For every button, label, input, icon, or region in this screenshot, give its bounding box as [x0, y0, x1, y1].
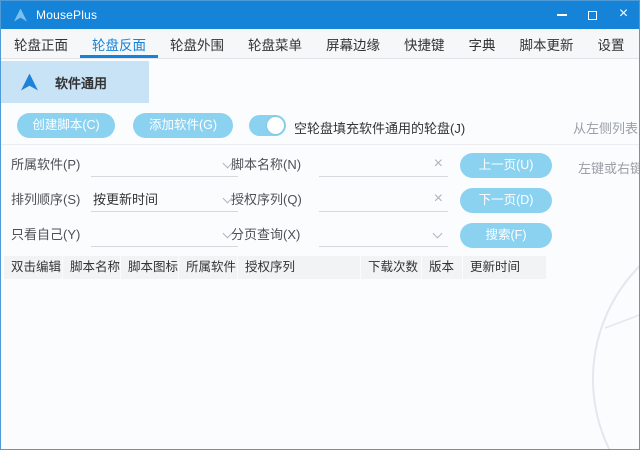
- maximize-button[interactable]: [577, 1, 608, 29]
- tab-dictionary[interactable]: 字典: [457, 29, 508, 58]
- next-page-button[interactable]: 下一页(D): [460, 188, 552, 213]
- prev-page-button[interactable]: 上一页(U): [460, 153, 552, 178]
- hint-left-or-right-click: 左键或右键: [578, 158, 640, 177]
- cursor-triangle-icon: [21, 74, 38, 91]
- tab-hotkeys[interactable]: 快捷键: [392, 29, 457, 58]
- mouseplus-window: MousePlus × 轮盘正面 轮盘反面 轮盘外围 轮盘菜单 屏幕边缘 快捷键…: [0, 0, 640, 450]
- col-version[interactable]: 版本: [422, 256, 463, 279]
- tab-script-update[interactable]: 脚本更新: [508, 29, 586, 58]
- col-license-serial[interactable]: 授权序列: [238, 256, 361, 279]
- add-software-button[interactable]: 添加软件(G): [133, 113, 233, 138]
- window-controls: ×: [546, 1, 639, 29]
- only-mine-label: 只看自己(Y): [11, 223, 80, 247]
- divider: [1, 144, 639, 145]
- close-icon: ×: [619, 6, 628, 22]
- toggle-label: 空轮盘填充软件通用的轮盘(J): [294, 118, 465, 137]
- minimize-button[interactable]: [546, 1, 577, 29]
- owner-software-label: 所属软件(P): [11, 153, 80, 177]
- maximize-icon: [588, 11, 597, 20]
- clear-icon[interactable]: ×: [434, 156, 443, 172]
- section-title: 软件通用: [55, 73, 107, 92]
- tab-wheel-front[interactable]: 轮盘正面: [2, 29, 80, 58]
- page-query-dropdown[interactable]: [319, 223, 448, 247]
- col-owner-software[interactable]: 所属软件: [179, 256, 238, 279]
- minimize-icon: [557, 14, 567, 16]
- license-serial-label: 授权序列(Q): [231, 188, 302, 212]
- col-double-click-edit[interactable]: 双击编辑: [4, 256, 63, 279]
- tab-settings[interactable]: 设置: [586, 29, 637, 58]
- script-name-input[interactable]: ×: [319, 153, 448, 177]
- col-update-time[interactable]: 更新时间: [463, 256, 547, 279]
- search-button[interactable]: 搜索(F): [460, 223, 552, 248]
- fill-empty-wheel-toggle[interactable]: [249, 115, 286, 136]
- clear-icon[interactable]: ×: [434, 191, 443, 207]
- create-script-button[interactable]: 创建脚本(C): [17, 113, 115, 138]
- hint-from-left-list: 从左侧列表: [573, 118, 638, 137]
- tab-wheel-outer[interactable]: 轮盘外围: [158, 29, 236, 58]
- chevron-down-icon[interactable]: [433, 229, 443, 239]
- col-script-name[interactable]: 脚本名称: [63, 256, 121, 279]
- col-script-icon[interactable]: 脚本图标: [121, 256, 179, 279]
- tab-bar: 轮盘正面 轮盘反面 轮盘外围 轮盘菜单 屏幕边缘 快捷键 字典 脚本更新 设置: [1, 29, 639, 59]
- mouseplus-logo-icon: [14, 9, 27, 22]
- owner-software-dropdown[interactable]: [91, 153, 238, 177]
- tab-wheel-back[interactable]: 轮盘反面: [80, 29, 158, 58]
- sort-order-label: 排列顺序(S): [11, 188, 80, 212]
- script-name-label: 脚本名称(N): [231, 153, 301, 177]
- only-mine-dropdown[interactable]: [91, 223, 238, 247]
- license-serial-input[interactable]: ×: [319, 188, 448, 212]
- script-table-header: 双击编辑 脚本名称 脚本图标 所属软件 授权序列 下载次数 版本 更新时间: [4, 256, 547, 279]
- section-software-general[interactable]: 软件通用: [1, 61, 149, 103]
- window-title: MousePlus: [36, 8, 97, 22]
- toggle-knob: [267, 117, 284, 134]
- page-query-label: 分页查询(X): [231, 223, 300, 247]
- dropdown-value: 按更新时间: [91, 188, 218, 211]
- tab-wheel-menu[interactable]: 轮盘菜单: [236, 29, 314, 58]
- title-bar: MousePlus ×: [1, 1, 639, 29]
- close-button[interactable]: ×: [608, 1, 639, 29]
- sort-order-dropdown[interactable]: 按更新时间: [91, 188, 238, 212]
- tab-screen-edge[interactable]: 屏幕边缘: [314, 29, 392, 58]
- col-download-count[interactable]: 下载次数: [361, 256, 422, 279]
